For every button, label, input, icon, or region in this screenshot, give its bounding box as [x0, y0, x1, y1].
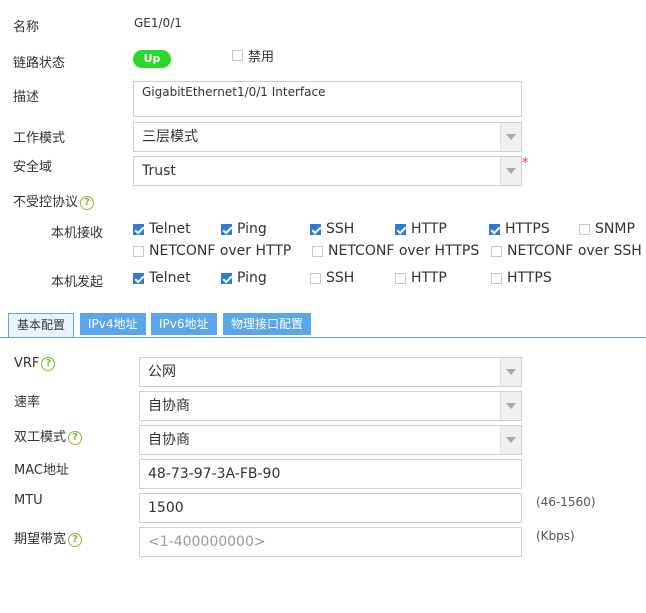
tab-ipv4-address[interactable]: IPv4地址	[80, 313, 146, 335]
receive-https-label: HTTPS	[505, 221, 550, 237]
vrf-value: 公网	[148, 364, 176, 380]
send-http-label: HTTP	[411, 270, 447, 286]
name-value: GE1/0/1	[134, 16, 182, 30]
uncontrolled-protocols-text: 不受控协议	[13, 195, 79, 210]
bandwidth-label: 期望带宽?	[14, 528, 83, 547]
receive-snmp-checkbox[interactable]	[579, 224, 590, 235]
local-send-label: 本机发起	[51, 275, 104, 290]
send-http-checkbox[interactable]	[395, 273, 406, 284]
chevron-down-icon[interactable]	[500, 426, 521, 454]
duplex-value: 自协商	[148, 432, 190, 448]
help-icon[interactable]: ?	[80, 196, 95, 210]
send-ping-label: Ping	[237, 270, 267, 286]
disable-label: 禁用	[248, 50, 275, 65]
description-text: GigabitEthernet1/0/1 Interface	[142, 85, 326, 99]
duplex-label-text: 双工模式	[14, 430, 67, 445]
vrf-label-text: VRF	[14, 356, 40, 371]
help-icon[interactable]: ?	[68, 533, 83, 547]
send-telnet-label: Telnet	[149, 270, 191, 286]
tab-physical-interface[interactable]: 物理接口配置	[223, 313, 312, 335]
receive-ping-checkbox[interactable]	[221, 224, 232, 235]
duplex-label: 双工模式?	[14, 426, 83, 445]
receive-http-label: HTTP	[411, 221, 447, 237]
receive-telnet-checkbox[interactable]	[133, 224, 144, 235]
receive-netconf-https-checkbox[interactable]	[312, 246, 323, 257]
security-zone-select[interactable]: Trust	[133, 156, 522, 186]
disable-checkbox[interactable]	[232, 50, 243, 61]
bandwidth-unit-hint: (Kbps)	[536, 529, 575, 543]
send-https-label: HTTPS	[507, 270, 552, 286]
link-status-label: 链路状态	[13, 56, 66, 71]
chevron-down-icon[interactable]	[500, 358, 521, 386]
uncontrolled-protocols-label: 不受控协议?	[13, 191, 95, 210]
receive-ssh-label: SSH	[326, 221, 355, 237]
mac-label: MAC地址	[14, 463, 69, 478]
work-mode-label: 工作模式	[13, 131, 66, 146]
bandwidth-label-text: 期望带宽	[14, 532, 67, 547]
help-icon[interactable]: ?	[41, 357, 56, 371]
send-telnet-checkbox[interactable]	[133, 273, 144, 284]
receive-snmp-label: SNMP	[595, 221, 635, 237]
receive-telnet-label: Telnet	[149, 221, 191, 237]
mtu-label: MTU	[14, 493, 43, 508]
mtu-range-hint: (46-1560)	[536, 495, 596, 509]
duplex-select[interactable]: 自协商	[139, 425, 522, 455]
help-icon[interactable]: ?	[68, 431, 83, 445]
mac-input[interactable]: 48-73-97-3A-FB-90	[139, 459, 522, 489]
receive-netconf-http-label: NETCONF over HTTP	[149, 243, 292, 259]
work-mode-select[interactable]: 三层模式	[133, 122, 522, 152]
chevron-down-icon[interactable]	[500, 123, 521, 151]
tab-divider	[0, 337, 646, 338]
vrf-label: VRF?	[14, 356, 56, 371]
chevron-down-icon[interactable]	[500, 392, 521, 420]
description-textarea[interactable]: GigabitEthernet1/0/1 Interface	[133, 81, 522, 117]
receive-netconf-http-checkbox[interactable]	[133, 246, 144, 257]
send-https-checkbox[interactable]	[491, 273, 502, 284]
speed-label: 速率	[14, 395, 41, 410]
speed-value: 自协商	[148, 398, 190, 414]
name-label: 名称	[13, 20, 40, 35]
security-zone-value: Trust	[142, 163, 176, 179]
speed-select[interactable]: 自协商	[139, 391, 522, 421]
mtu-value: 1500	[148, 500, 184, 516]
bandwidth-input[interactable]: <1-400000000>	[139, 527, 522, 557]
receive-ping-label: Ping	[237, 221, 267, 237]
tab-ipv6-address[interactable]: IPv6地址	[151, 313, 217, 335]
local-receive-label: 本机接收	[51, 226, 104, 241]
send-ssh-label: SSH	[326, 270, 355, 286]
receive-ssh-checkbox[interactable]	[310, 224, 321, 235]
receive-netconf-https-label: NETCONF over HTTPS	[328, 243, 480, 259]
mtu-input[interactable]: 1500	[139, 493, 522, 523]
bandwidth-placeholder: <1-400000000>	[148, 534, 266, 550]
send-ping-checkbox[interactable]	[221, 273, 232, 284]
chevron-down-icon[interactable]	[500, 157, 521, 185]
work-mode-value: 三层模式	[142, 129, 198, 145]
send-ssh-checkbox[interactable]	[310, 273, 321, 284]
mac-value: 48-73-97-3A-FB-90	[148, 466, 281, 482]
description-label: 描述	[13, 90, 40, 105]
security-zone-label: 安全域	[13, 160, 53, 175]
receive-https-checkbox[interactable]	[489, 224, 500, 235]
vrf-select[interactable]: 公网	[139, 357, 522, 387]
receive-http-checkbox[interactable]	[395, 224, 406, 235]
required-marker: *	[522, 156, 529, 171]
status-badge: Up	[133, 50, 171, 68]
receive-netconf-ssh-label: NETCONF over SSH	[507, 243, 642, 259]
tab-basic-config[interactable]: 基本配置	[8, 313, 75, 337]
receive-netconf-ssh-checkbox[interactable]	[491, 246, 502, 257]
